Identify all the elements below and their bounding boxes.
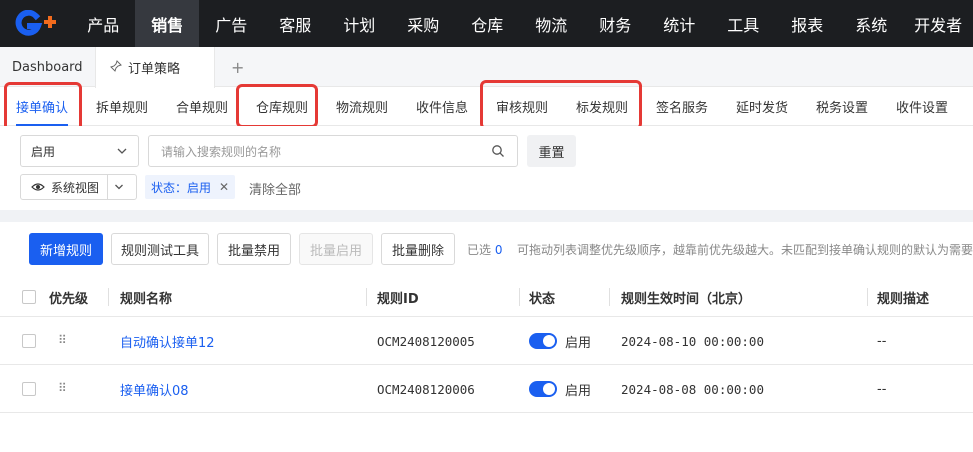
search-icon[interactable] xyxy=(491,144,505,161)
status-cell: 启用 xyxy=(529,365,591,413)
view-selector[interactable]: 系统视图 xyxy=(20,174,137,200)
tab-order-strategy[interactable]: 订单策略 xyxy=(95,47,215,88)
view-selector-main[interactable]: 系统视图 xyxy=(21,175,109,199)
row-checkbox[interactable] xyxy=(22,334,36,348)
app-logo[interactable] xyxy=(0,0,71,47)
subtab-delayed-shipping[interactable]: 延时发货 xyxy=(736,88,788,125)
add-rule-button[interactable]: 新增规则 xyxy=(29,233,103,265)
status-select[interactable]: 启用 xyxy=(20,135,139,167)
status-cell: 启用 xyxy=(529,317,591,365)
filter-tag-label: 状态：启用 xyxy=(151,180,212,195)
column-divider[interactable] xyxy=(867,288,868,306)
nav-item-sales[interactable]: 销售 xyxy=(135,0,200,47)
nav-item-system[interactable]: 系统 xyxy=(839,0,903,47)
view-label: 系统视图 xyxy=(51,180,100,195)
rule-name-search-input[interactable]: 请输入搜索规则的名称 xyxy=(148,135,518,167)
eye-icon xyxy=(31,182,45,192)
nav-item-customer-service[interactable]: 客服 xyxy=(263,0,327,47)
subtab-split-rules[interactable]: 拆单规则 xyxy=(96,88,148,125)
rule-id: OCM2408120006 xyxy=(377,381,475,397)
table-row[interactable]: ⠿ 接单确认08 OCM2408120006 启用 2024-08-08 00:… xyxy=(0,365,973,413)
subtab-recipient-info[interactable]: 收件信息 xyxy=(416,88,468,125)
filter-area: 启用 请输入搜索规则的名称 重置 系统视图 状态：启用 ✕ 清除全部 xyxy=(0,126,973,210)
status-toggle[interactable] xyxy=(529,381,557,397)
tab-dashboard[interactable]: Dashboard xyxy=(12,47,83,87)
clear-all-link[interactable]: 清除全部 xyxy=(249,179,301,198)
highlight-box-review-mark-rules xyxy=(480,80,642,130)
column-divider[interactable] xyxy=(108,288,109,306)
header-rule-id: 规则ID xyxy=(377,292,419,307)
subtab-merge-rules[interactable]: 合单规则 xyxy=(176,88,228,125)
row-checkbox[interactable] xyxy=(22,382,36,396)
status-select-value: 启用 xyxy=(31,144,56,159)
batch-enable-button[interactable]: 批量启用 xyxy=(299,233,373,265)
nav-item-statistics[interactable]: 统计 xyxy=(647,0,711,47)
rule-id: OCM2408120005 xyxy=(377,333,475,349)
view-dropdown-toggle[interactable] xyxy=(108,175,130,199)
select-all-checkbox[interactable] xyxy=(22,290,36,304)
search-placeholder: 请输入搜索规则的名称 xyxy=(161,144,282,159)
batch-delete-button[interactable]: 批量删除 xyxy=(381,233,455,265)
column-divider[interactable] xyxy=(519,288,520,306)
nav-item-warehouse[interactable]: 仓库 xyxy=(455,0,519,47)
section-divider xyxy=(0,210,973,222)
status-label: 启用 xyxy=(565,383,592,399)
table-header: 优先级 规则名称 规则ID 状态 规则生效时间（北京） 规则描述 xyxy=(0,278,973,317)
add-tab-button[interactable]: + xyxy=(231,47,244,87)
nav-item-developer[interactable]: 开发者 xyxy=(903,0,973,47)
header-priority: 优先级 xyxy=(49,292,89,307)
nav-item-purchase[interactable]: 采购 xyxy=(391,0,455,47)
selected-count-text: 已选 0 xyxy=(467,243,503,257)
status-toggle[interactable] xyxy=(529,333,557,349)
nav-item-product[interactable]: 产品 xyxy=(71,0,135,47)
reset-button[interactable]: 重置 xyxy=(527,135,576,167)
column-divider[interactable] xyxy=(609,288,610,306)
nav-item-tools[interactable]: 工具 xyxy=(711,0,775,47)
close-icon[interactable]: ✕ xyxy=(219,180,229,194)
drag-handle-icon[interactable]: ⠿ xyxy=(58,381,67,395)
table-row[interactable]: ⠿ 自动确认接单12 OCM2408120005 启用 2024-08-10 0… xyxy=(0,317,973,365)
pin-icon[interactable] xyxy=(110,60,122,75)
selected-count: 0 xyxy=(494,243,503,257)
active-filter-tag: 状态：启用 ✕ xyxy=(145,175,236,199)
subtab-signature-service[interactable]: 签名服务 xyxy=(656,88,708,125)
nav-item-logistics[interactable]: 物流 xyxy=(519,0,583,47)
rule-name-link[interactable]: 接单确认08 xyxy=(120,365,189,413)
nav-item-plan[interactable]: 计划 xyxy=(327,0,391,47)
chevron-down-icon xyxy=(116,145,128,160)
rule-description: -- xyxy=(877,333,887,349)
drag-handle-icon[interactable]: ⠿ xyxy=(58,333,67,347)
column-divider[interactable] xyxy=(366,288,367,306)
logo-icon xyxy=(15,9,56,36)
batch-disable-button[interactable]: 批量禁用 xyxy=(217,233,291,265)
nav-item-finance[interactable]: 财务 xyxy=(583,0,647,47)
rule-test-tool-button[interactable]: 规则测试工具 xyxy=(111,233,209,265)
priority-hint-text: 可拖动列表调整优先级顺序，越靠前优先级越大。未匹配到接单确认规则的默认为需要 xyxy=(517,243,973,257)
tab-label: 订单策略 xyxy=(128,62,181,77)
effective-time: 2024-08-10 00:00:00 xyxy=(621,333,764,349)
header-description: 规则描述 xyxy=(877,292,930,307)
effective-time: 2024-08-08 00:00:00 xyxy=(621,381,764,397)
header-effective-time: 规则生效时间（北京） xyxy=(621,292,752,307)
header-status: 状态 xyxy=(529,292,556,307)
highlight-box-warehouse-rules xyxy=(236,84,318,128)
subtab-tax-settings[interactable]: 税务设置 xyxy=(816,88,868,125)
nav-item-reports[interactable]: 报表 xyxy=(775,0,839,47)
table-toolbar: 新增规则 规则测试工具 批量禁用 批量启用 批量删除 已选 0 可拖动列表调整优… xyxy=(0,222,973,278)
rule-description: -- xyxy=(877,381,887,397)
status-label: 启用 xyxy=(565,335,592,351)
top-navigation: 产品 销售 广告 客服 计划 采购 仓库 物流 财务 统计 工具 报表 系统 开… xyxy=(0,0,973,47)
header-rule-name: 规则名称 xyxy=(120,292,173,307)
nav-item-ads[interactable]: 广告 xyxy=(199,0,263,47)
rule-name-link[interactable]: 自动确认接单12 xyxy=(120,317,215,365)
rules-table: 优先级 规则名称 规则ID 状态 规则生效时间（北京） 规则描述 ⠿ 自动确认接… xyxy=(0,278,973,452)
subtab-recipient-settings[interactable]: 收件设置 xyxy=(896,88,948,125)
subtab-logistics-rules[interactable]: 物流规则 xyxy=(336,88,388,125)
chevron-down-icon xyxy=(115,184,123,190)
